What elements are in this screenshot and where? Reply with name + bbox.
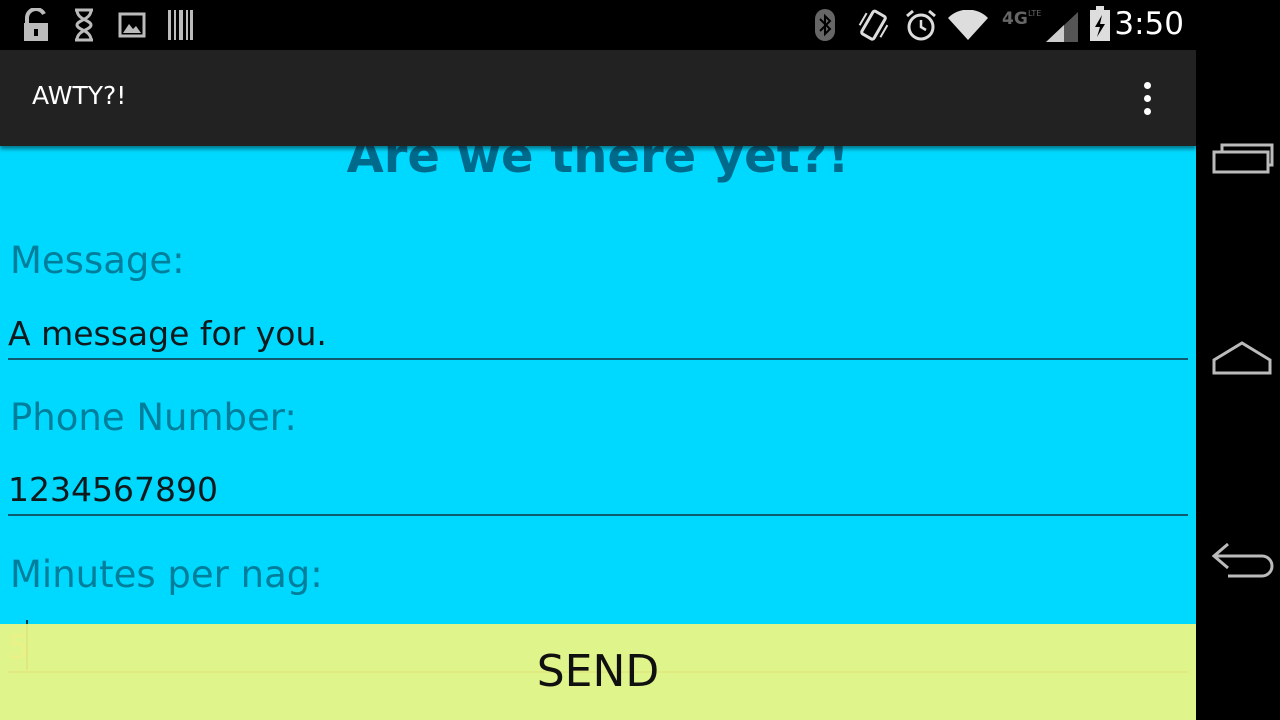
navigation-bar — [1196, 0, 1280, 720]
message-input[interactable] — [8, 310, 1188, 360]
back-icon[interactable] — [1200, 518, 1276, 598]
svg-text:LTE: LTE — [1028, 9, 1041, 18]
phone-input[interactable] — [8, 466, 1188, 516]
bluetooth-icon — [815, 9, 835, 41]
more-vertical-icon[interactable] — [1132, 78, 1164, 118]
minutes-label: Minutes per nag: — [10, 553, 323, 596]
page-title: Are we there yet?! — [346, 146, 850, 184]
status-time: 3:50 — [1114, 6, 1184, 42]
svg-text:4G: 4G — [1002, 9, 1028, 29]
unlock-icon — [24, 8, 48, 41]
app-title: AWTY?! — [32, 81, 127, 110]
home-icon[interactable] — [1200, 318, 1276, 398]
recent-apps-icon[interactable] — [1200, 120, 1276, 200]
image-icon — [118, 12, 146, 38]
hourglass-icon — [75, 8, 93, 42]
main-content: Are we there yet?! Message: Phone Number… — [0, 146, 1196, 720]
battery-charging-icon — [1090, 6, 1110, 41]
action-bar: AWTY?! — [0, 50, 1196, 146]
message-label: Message: — [10, 239, 185, 282]
send-button[interactable]: SEND — [0, 624, 1196, 720]
alarm-icon — [906, 9, 936, 41]
phone-label: Phone Number: — [10, 396, 297, 439]
wifi-icon — [948, 10, 988, 40]
barcode-icon — [168, 10, 193, 40]
vibrate-icon — [858, 9, 889, 41]
signal-4g-icon: 4G LTE — [1002, 9, 1078, 42]
status-bar: 4G LTE 3:50 — [0, 0, 1196, 50]
